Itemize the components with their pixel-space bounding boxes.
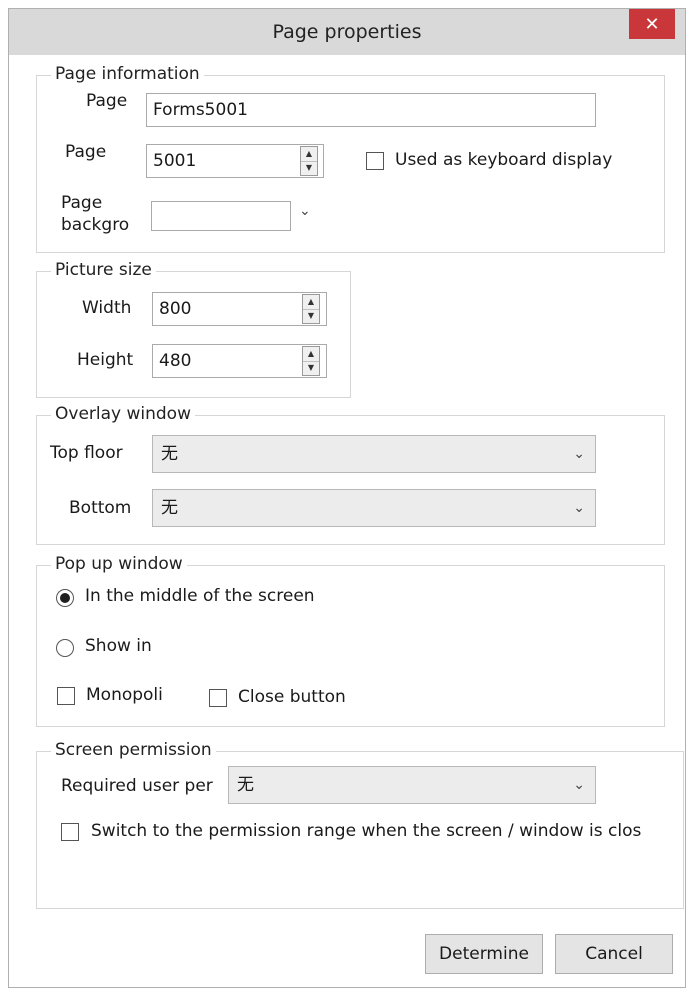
bottom-dropdown[interactable]: 无 ⌄ [152,489,596,527]
spin-down-icon[interactable]: ▼ [303,362,319,376]
spin-down-icon[interactable]: ▼ [301,162,317,176]
cancel-button[interactable]: Cancel [555,934,673,974]
spin-up-icon[interactable]: ▲ [303,347,319,362]
dialog-title: Page properties [272,21,422,43]
background-label-line1: Page [61,193,103,213]
background-label-line2: backgro [61,215,130,235]
page-properties-dialog: Page properties ✕ Page information Page … [8,8,686,988]
page-information-title: Page information [51,64,204,84]
middle-of-screen-label: In the middle of the screen [85,586,315,606]
top-floor-dropdown[interactable]: 无 ⌄ [152,435,596,473]
screen-permission-title: Screen permission [51,740,216,760]
chevron-down-icon: ⌄ [573,446,585,462]
middle-of-screen-radio[interactable] [56,589,74,607]
show-in-label: Show in [85,636,152,656]
keyboard-display-checkbox[interactable] [366,152,384,170]
bottom-value: 无 [161,498,178,518]
popup-window-title: Pop up window [51,554,187,574]
required-user-value: 无 [237,775,254,795]
page-number-label: Page [65,142,107,162]
background-color-field[interactable] [151,201,291,231]
bottom-label: Bottom [69,498,132,518]
switch-permission-label: Switch to the permission range when the … [91,821,642,841]
width-label: Width [82,298,132,318]
chevron-down-icon: ⌄ [573,777,585,793]
close-button[interactable]: ✕ [629,9,675,39]
title-bar[interactable]: Page properties ✕ [9,9,685,55]
page-name-input[interactable]: Forms5001 [146,93,596,127]
close-button-label: Close button [238,687,346,707]
switch-permission-checkbox[interactable] [61,823,79,841]
width-input[interactable]: 800 [152,292,327,326]
background-dropdown-icon[interactable]: ⌄ [299,203,311,219]
page-number-input[interactable]: 5001 [146,144,324,178]
spin-up-icon[interactable]: ▲ [301,147,317,162]
determine-button[interactable]: Determine [425,934,543,974]
keyboard-display-label: Used as keyboard display [395,150,613,170]
overlay-window-title: Overlay window [51,404,195,424]
show-in-radio[interactable] [56,639,74,657]
page-name-label: Page [86,91,128,111]
monopoly-checkbox[interactable] [57,687,75,705]
height-label: Height [77,350,134,370]
picture-size-group: Picture size [36,260,351,398]
required-user-label: Required user per [61,776,213,796]
picture-size-title: Picture size [51,260,156,280]
monopoly-label: Monopoli [86,685,163,705]
width-spinner[interactable]: ▲ ▼ [302,294,320,324]
required-user-dropdown[interactable]: 无 ⌄ [228,766,596,804]
height-spinner[interactable]: ▲ ▼ [302,346,320,376]
background-label: Page backgro [61,192,129,236]
top-floor-label: Top floor [50,443,123,463]
top-floor-value: 无 [161,444,178,464]
height-input[interactable]: 480 [152,344,327,378]
chevron-down-icon: ⌄ [573,500,585,516]
spin-down-icon[interactable]: ▼ [303,310,319,324]
close-icon: ✕ [644,13,660,35]
close-button-checkbox[interactable] [209,689,227,707]
page-number-spinner[interactable]: ▲ ▼ [300,146,318,176]
spin-up-icon[interactable]: ▲ [303,295,319,310]
